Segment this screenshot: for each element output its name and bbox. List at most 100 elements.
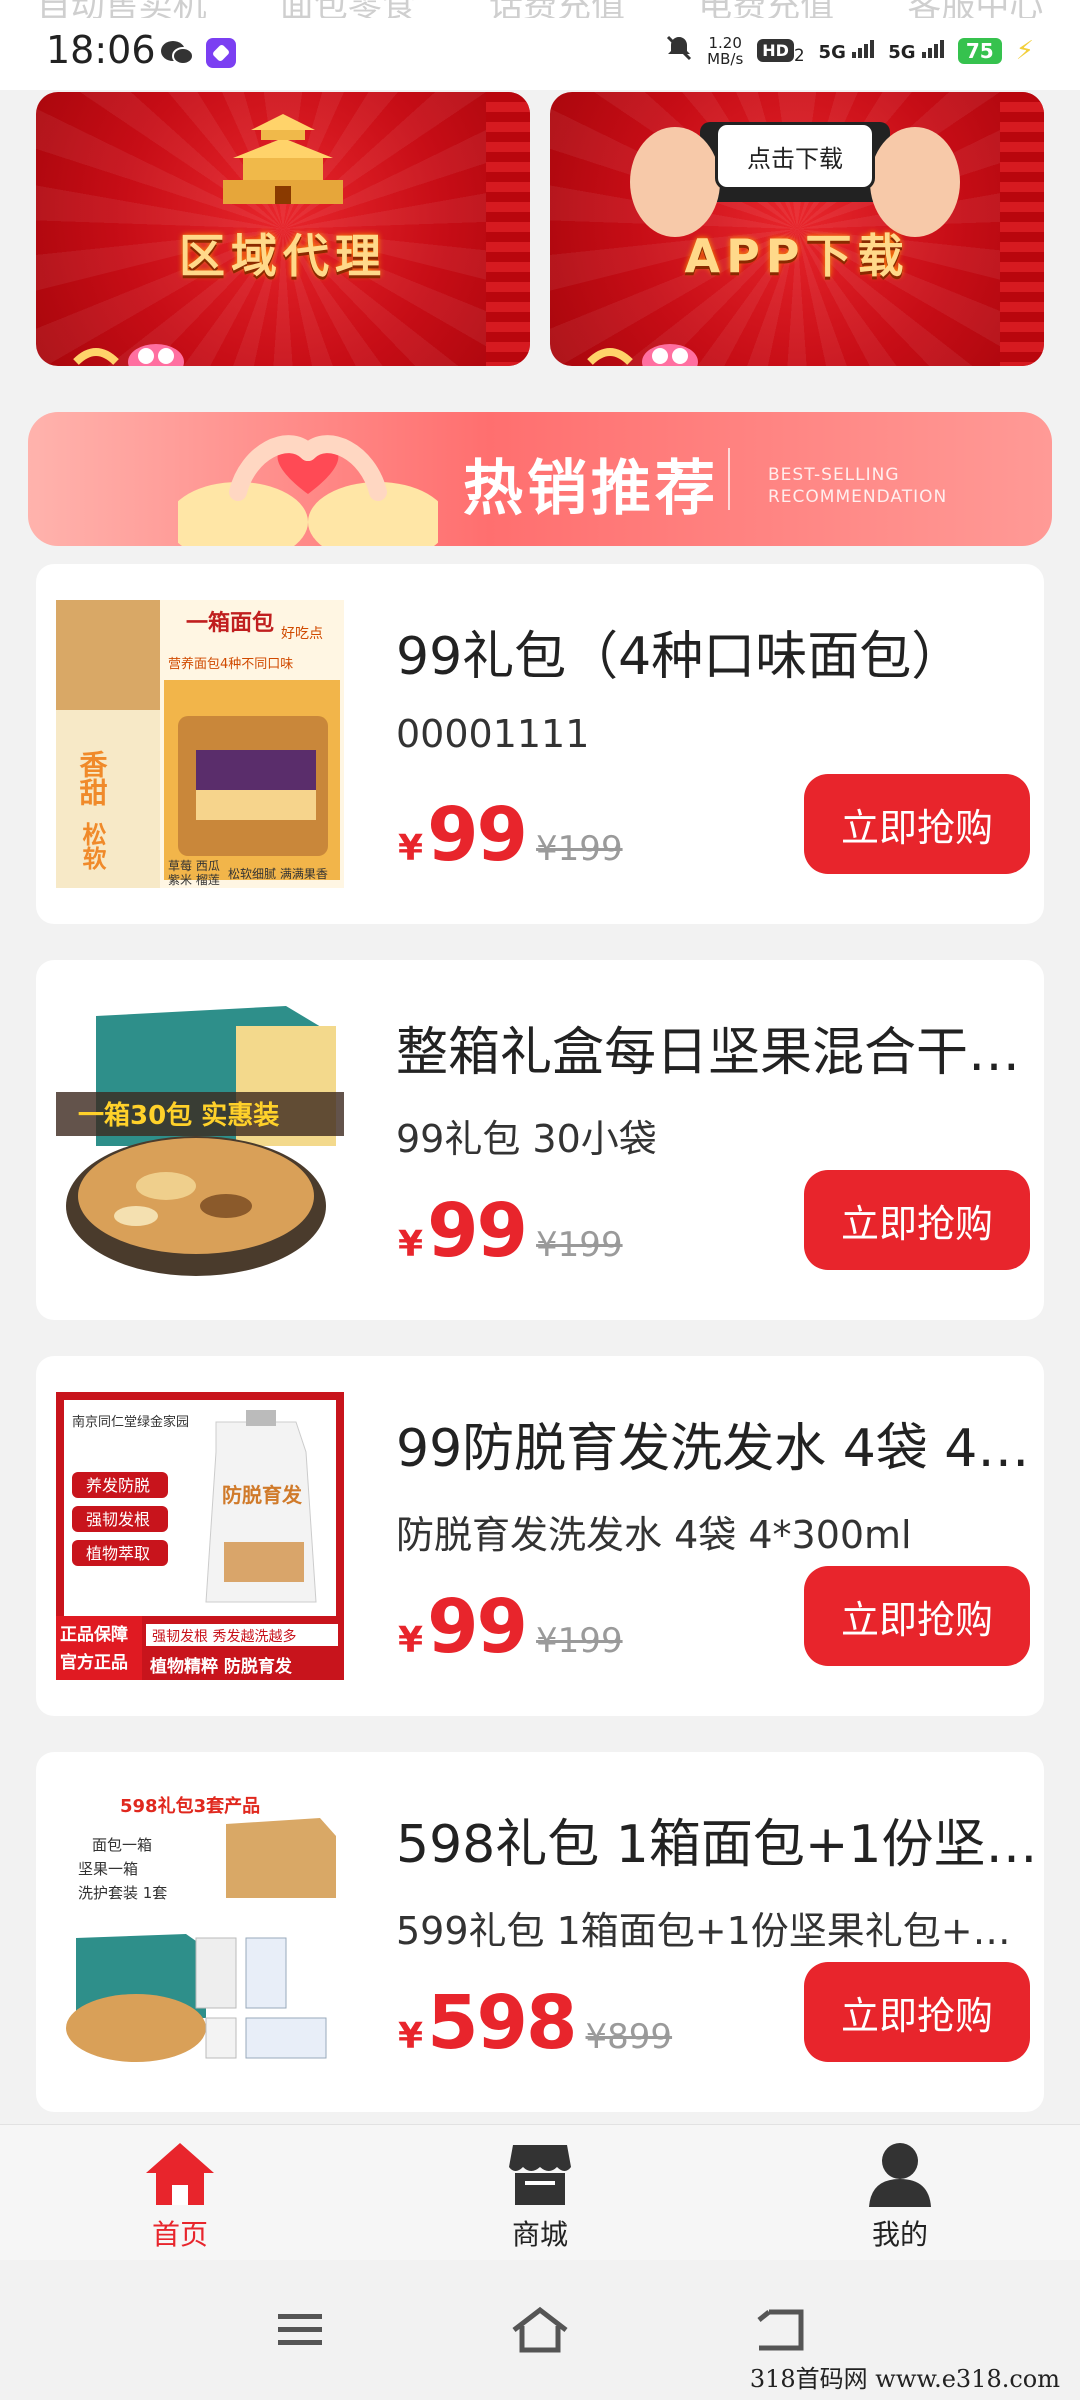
mute-icon [665,34,693,67]
product-description: 599礼包 1箱面包+1份坚果礼包+洗护套装1套 [396,1909,1036,1953]
user-icon [869,2143,931,2207]
buy-now-button[interactable]: 立即抢购 [804,774,1030,874]
thumb-label: 松软细腻 满满果香 [228,867,328,881]
thumb-label: 植物萃取 [86,1544,150,1563]
hd-sub: 2 [793,45,805,65]
ghost-nav-item: 面包零食 [280,0,416,18]
thumb-label: 草莓 西瓜 [168,859,220,873]
buy-now-button[interactable]: 立即抢购 [804,1170,1030,1270]
store-icon [509,2145,571,2205]
ghost-nav-item: 话费充值 [489,0,625,18]
thumb-label: 营养面包4种不同口味 [168,656,293,672]
product-name[interactable]: 99防脱育发洗发水 4袋 4*300ml [396,1406,1042,1481]
tower-icon [223,114,343,204]
thumb-label: 好吃点 [281,626,323,642]
ghost-nav-item: 电费充值 [698,0,834,18]
hot-sub-line: RECOMMENDATION [768,487,948,507]
buy-now-button[interactable]: 立即抢购 [804,1566,1030,1666]
home-icon [146,2143,214,2205]
original-price: ¥199 [536,1225,623,1265]
product-name[interactable]: 99礼包（4种口味面包） [396,614,1042,689]
heart-hands-icon [178,435,438,546]
thumb-label: 香甜 [76,750,109,806]
product-card[interactable]: 598礼包3套产品 面包一箱 坚果一箱 洗护套装 1套 598礼包 1箱面包+1… [36,1752,1044,2112]
charging-icon: ⚡ [1015,35,1034,66]
currency-symbol: ¥ [398,2016,424,2057]
product-price: ¥ 598 ¥899 [398,1980,672,2066]
tab-store[interactable]: 商城 [360,2125,720,2260]
thumb-label: 松软 [78,822,106,871]
mascot-icon [73,344,184,366]
signal-label: 5G [818,41,846,63]
product-card[interactable]: 一箱30包 实惠装 整箱礼盒每日坚果混合干果仁 99礼包 30小袋 ¥ 99 ¥… [36,960,1044,1320]
background-nav-text: 自动售卖机 面包零食 话费充值 电费充值 客服中心 [0,0,1080,18]
thumb-label: 洗护套装 1套 [78,1884,167,1902]
thumb-label: 植物精粹 防脱育发 [150,1656,293,1677]
ghost-nav-item: 自动售卖机 [37,0,207,18]
hot-banner-divider [728,448,730,510]
thumb-label: 养发防脱 [86,1476,150,1495]
product-card[interactable]: 南京同仁堂绿金家园 养发防脱 强韧发根 植物萃取 防脱育发 正品保障 官方正品 … [36,1356,1044,1716]
battery-icon: 75 [957,37,1002,64]
tab-home[interactable]: 首页 [0,2125,360,2260]
original-price: ¥199 [536,1621,623,1661]
price-value: 99 [427,792,528,878]
ghost-nav-item: 客服中心 [907,0,1043,18]
product-price: ¥ 99 ¥199 [398,1188,623,1274]
product-name[interactable]: 598礼包 1箱面包+1份坚果礼包+洗护套装 [396,1802,1042,1877]
app-notification-icon [206,38,236,68]
hot-sub-line: BEST-SELLING [768,465,900,485]
net-speed: 1.20 MB/s [707,35,743,67]
product-price: ¥ 99 ¥199 [398,792,623,878]
thumb-label: 正品保障 [60,1624,128,1645]
tab-label: 首页 [151,2218,208,2251]
hot-selling-banner: 热销推荐 BEST-SELLING RECOMMENDATION [28,412,1052,546]
original-price: ¥199 [536,829,623,869]
product-thumbnail[interactable]: 一箱30包 实惠装 [56,996,344,1284]
download-bubble-button[interactable]: 点击下载 [715,122,875,190]
status-bar: 自动售卖机 面包零食 话费充值 电费充值 客服中心 18:06 1.20 MB/… [0,0,1080,90]
product-card[interactable]: 一箱面包 好吃点 营养面包4种不同口味 香甜 松软 草莓 西瓜 紫米 榴莲 松软… [36,564,1044,924]
system-navigation-bar: 318首码网 www.e318.com [0,2260,1080,2400]
status-icons: 1.20 MB/s HD 2 5G 5G 75 ⚡ [665,34,1034,67]
product-description: 防脱育发洗发水 4袋 4*300ml [396,1513,912,1557]
signal-icon: 5G [819,39,875,63]
currency-symbol: ¥ [398,1224,424,1265]
signal-label: 5G [888,41,916,63]
menu-icon[interactable] [265,2300,335,2360]
thumb-label: 一箱30包 实惠装 [78,1100,279,1131]
net-speed-unit: MB/s [707,49,744,68]
thumb-label: 强韧发根 秀发越洗越多 [152,1628,296,1645]
banner-title: APP下载 [684,229,910,283]
thumb-label: 坚果一箱 [78,1860,138,1878]
currency-symbol: ¥ [398,828,424,869]
wechat-icon [160,38,194,68]
thumb-label: 面包一箱 [92,1836,152,1854]
product-thumbnail[interactable]: 南京同仁堂绿金家园 养发防脱 强韧发根 植物萃取 防脱育发 正品保障 官方正品 … [56,1392,344,1680]
product-description: 99礼包 30小袋 [396,1117,657,1161]
price-value: 598 [427,1980,577,2066]
hd-text: HD [757,38,794,62]
mascot-icon [587,344,698,366]
tab-profile[interactable]: 我的 [720,2125,1080,2260]
product-description: 00001111 [396,712,590,756]
price-value: 99 [427,1584,528,1670]
thumb-label: 紫米 榴莲 [168,873,220,887]
product-thumbnail[interactable]: 一箱面包 好吃点 营养面包4种不同口味 香甜 松软 草莓 西瓜 紫米 榴莲 松软… [56,600,344,888]
buy-now-button[interactable]: 立即抢购 [804,1962,1030,2062]
product-thumbnail[interactable]: 598礼包3套产品 面包一箱 坚果一箱 洗护套装 1套 [56,1788,344,2076]
original-price: ¥899 [585,2017,673,2057]
bottom-tab-bar: 首页 商城 我的 [0,2124,1080,2260]
hd-badge: HD 2 [757,37,805,65]
thumb-label: 南京同仁堂绿金家园 [72,1414,189,1430]
hot-banner-title: 热销推荐 [463,454,719,524]
banner-regional-agent[interactable]: 区域代理 [36,92,530,366]
price-value: 99 [427,1188,528,1274]
product-price: ¥ 99 ¥199 [398,1584,623,1670]
banner-app-download[interactable]: 点击下载 APP下载 [550,92,1044,366]
home-nav-icon[interactable] [505,2300,575,2360]
product-name[interactable]: 整箱礼盒每日坚果混合干果仁 [396,1010,1042,1085]
hot-banner-subtitle: BEST-SELLING RECOMMENDATION [768,464,947,508]
thumb-label: 强韧发根 [86,1510,150,1529]
back-icon[interactable] [745,2300,815,2360]
